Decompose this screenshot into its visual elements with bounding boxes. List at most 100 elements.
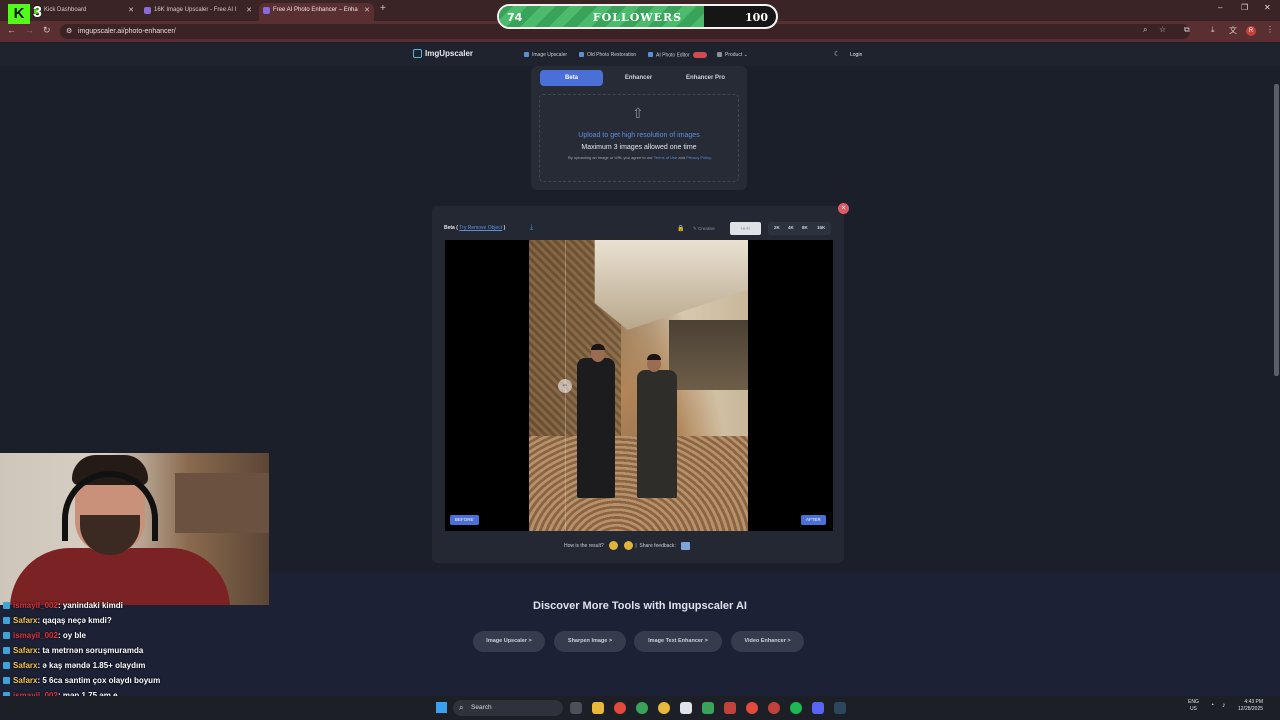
file-explorer-icon[interactable] [592,702,604,714]
nav-product[interactable]: Product ⌄ [717,52,748,58]
steam-icon[interactable] [834,702,846,714]
site-info-icon[interactable]: ⚙ [66,24,72,39]
minimize-icon[interactable]: – [1218,3,1222,12]
windows-start-icon[interactable] [436,702,447,713]
tab-image-upscaler[interactable]: 16K Image Upscaler - Free AI I ✕ [140,3,256,21]
new-badge [693,52,708,58]
chevron-down-icon: ⌄ [743,52,748,58]
tab-kick-dashboard[interactable]: Kick Dashboard ✕ [30,3,138,21]
chat-message: Safarx: 5 6ca santim çox olaydı boyum [3,676,160,685]
photo-person-right [637,370,677,498]
nav-ai-photo-editor[interactable]: AI Photo Editor [648,52,708,58]
nvidia-icon[interactable] [702,702,714,714]
taskbar-search[interactable]: ⌕ Search [453,700,563,716]
store-icon[interactable] [680,702,692,714]
close-tab-icon[interactable]: ✕ [364,3,370,18]
reload-icon[interactable]: ↻ [43,25,51,36]
happy-face-icon[interactable] [623,541,633,550]
mode-text: Beta ( [444,225,458,231]
followers-goal-bar: 74 FOLLOWERS 100 [497,4,778,29]
nav-image-upscaler[interactable]: Image Upscaler [524,52,567,58]
close-tab-icon[interactable]: ✕ [128,3,134,18]
nav-label: Product [725,52,743,58]
bookmark-star-icon[interactable]: ☆ [1159,25,1166,34]
restore-icon[interactable]: ❐ [1241,3,1248,12]
photo-icon [579,52,584,57]
feedback-form-icon[interactable] [681,541,691,550]
search-icon: ⌕ [459,703,464,712]
res-16k-button[interactable]: 16K [817,225,825,230]
tab-title: Kick Dashboard [44,7,87,13]
try-remove-object-link[interactable]: Try Remove Object [459,225,502,231]
site-logo[interactable]: ImgUpscaler [413,49,473,58]
close-tab-icon[interactable]: ✕ [246,3,252,18]
chat-text: : ə kaş məndə 1.85+ olaydım [37,661,146,670]
back-icon[interactable]: ← [7,25,16,35]
slider-handle-icon[interactable]: ⇔ [558,379,572,393]
tool-image-text-enhancer-button[interactable]: Image Text Enhancer > [634,631,722,652]
mode-close: ) [503,225,506,231]
followers-label: FOLLOWERS [592,11,683,24]
tab-beta[interactable]: Beta [540,70,603,86]
chat-username: Safarx [13,616,38,625]
terms-link[interactable]: Terms of Use [654,155,678,160]
taskbar-clock[interactable]: 4:43 PM 12/28/2025 [1238,699,1263,713]
after-label: AFTER [801,515,826,525]
logo-icon [413,49,422,58]
extensions-icon[interactable]: ⧉ [1184,25,1190,35]
login-link[interactable]: Login [850,52,862,58]
upload-cta[interactable]: Upload to get high resolution of images [540,132,738,139]
upscaler-favicon-icon [263,7,270,14]
nav-old-photo-restoration[interactable]: Old Photo Restoration [579,52,636,58]
wand-icon: ✎ [693,226,697,231]
tool-sharpen-image-button[interactable]: Sharpen Image > [554,631,626,652]
page-scrollbar[interactable] [1274,84,1279,376]
chrome-alt-icon[interactable] [658,702,670,714]
hifi-label: Hi-Fi [740,226,751,231]
hifi-toggle[interactable]: Hi-Fi [730,222,761,235]
chrome-active-icon[interactable] [746,702,758,714]
res-4k-button[interactable]: 4K [788,225,794,230]
new-tab-button[interactable]: + [380,3,386,14]
forward-icon[interactable]: → [25,25,34,35]
webcam-overlay [0,453,269,605]
tool-image-upscaler-button[interactable]: Image Upscaler > [473,631,545,652]
discord-icon[interactable] [812,702,824,714]
download-icon[interactable]: ⤓ [1211,25,1215,35]
close-result-button[interactable]: × [838,203,849,214]
wifi-icon[interactable]: ◔ [1210,702,1214,709]
download-result-icon[interactable]: ⤓ [530,224,533,232]
tab-photo-enhancer[interactable]: Free AI Photo Enhancer – Enha ✕ [259,3,374,21]
chat-text: : qaqaş neçə kmdi? [37,616,112,625]
tab-title: Free AI Photo Enhancer – Enha [273,7,358,13]
calendar-icon[interactable] [724,702,736,714]
sad-face-icon[interactable] [609,541,619,550]
chat-message: ismayil_002: yanindaki kimdi [3,601,123,610]
translate-icon[interactable]: 文 [1229,25,1237,36]
theme-moon-icon[interactable]: ☾ [834,50,840,58]
close-window-icon[interactable]: ✕ [1264,3,1271,12]
language-indicator[interactable]: ENG US [1188,699,1199,713]
privacy-link[interactable]: Privacy Policy. [686,155,712,160]
profile-avatar[interactable]: R [1246,26,1256,36]
menu-icon[interactable]: ⋮ [1266,25,1274,34]
nav-label: Old Photo Restoration [587,52,637,58]
obs-icon[interactable] [768,702,780,714]
tab-enhancer-pro[interactable]: Enhancer Pro [674,70,737,86]
zoom-icon[interactable]: ⌕ [1143,25,1147,35]
creative-toggle[interactable]: ✎ Creative [693,226,715,232]
spotify-icon[interactable] [790,702,802,714]
tab-enhancer[interactable]: Enhancer [607,70,670,86]
upload-dropzone[interactable]: ⇧ Upload to get high resolution of image… [539,94,739,182]
res-8k-button[interactable]: 8K [802,225,808,230]
res-2k-button[interactable]: 2K [774,225,780,230]
clock-date: 12/28/2025 [1238,706,1264,712]
chat-text: : ta metrnən soruşmuramda [37,646,144,655]
chrome-profile-icon[interactable] [636,702,648,714]
lang-bottom: US [1189,706,1197,712]
chrome-icon[interactable] [614,702,626,714]
volume-icon[interactable]: ♪ [1222,702,1226,709]
task-view-icon[interactable] [570,702,582,714]
webcam-shelf [175,473,269,533]
tool-video-enhancer-button[interactable]: Video Enhancer > [731,631,804,652]
